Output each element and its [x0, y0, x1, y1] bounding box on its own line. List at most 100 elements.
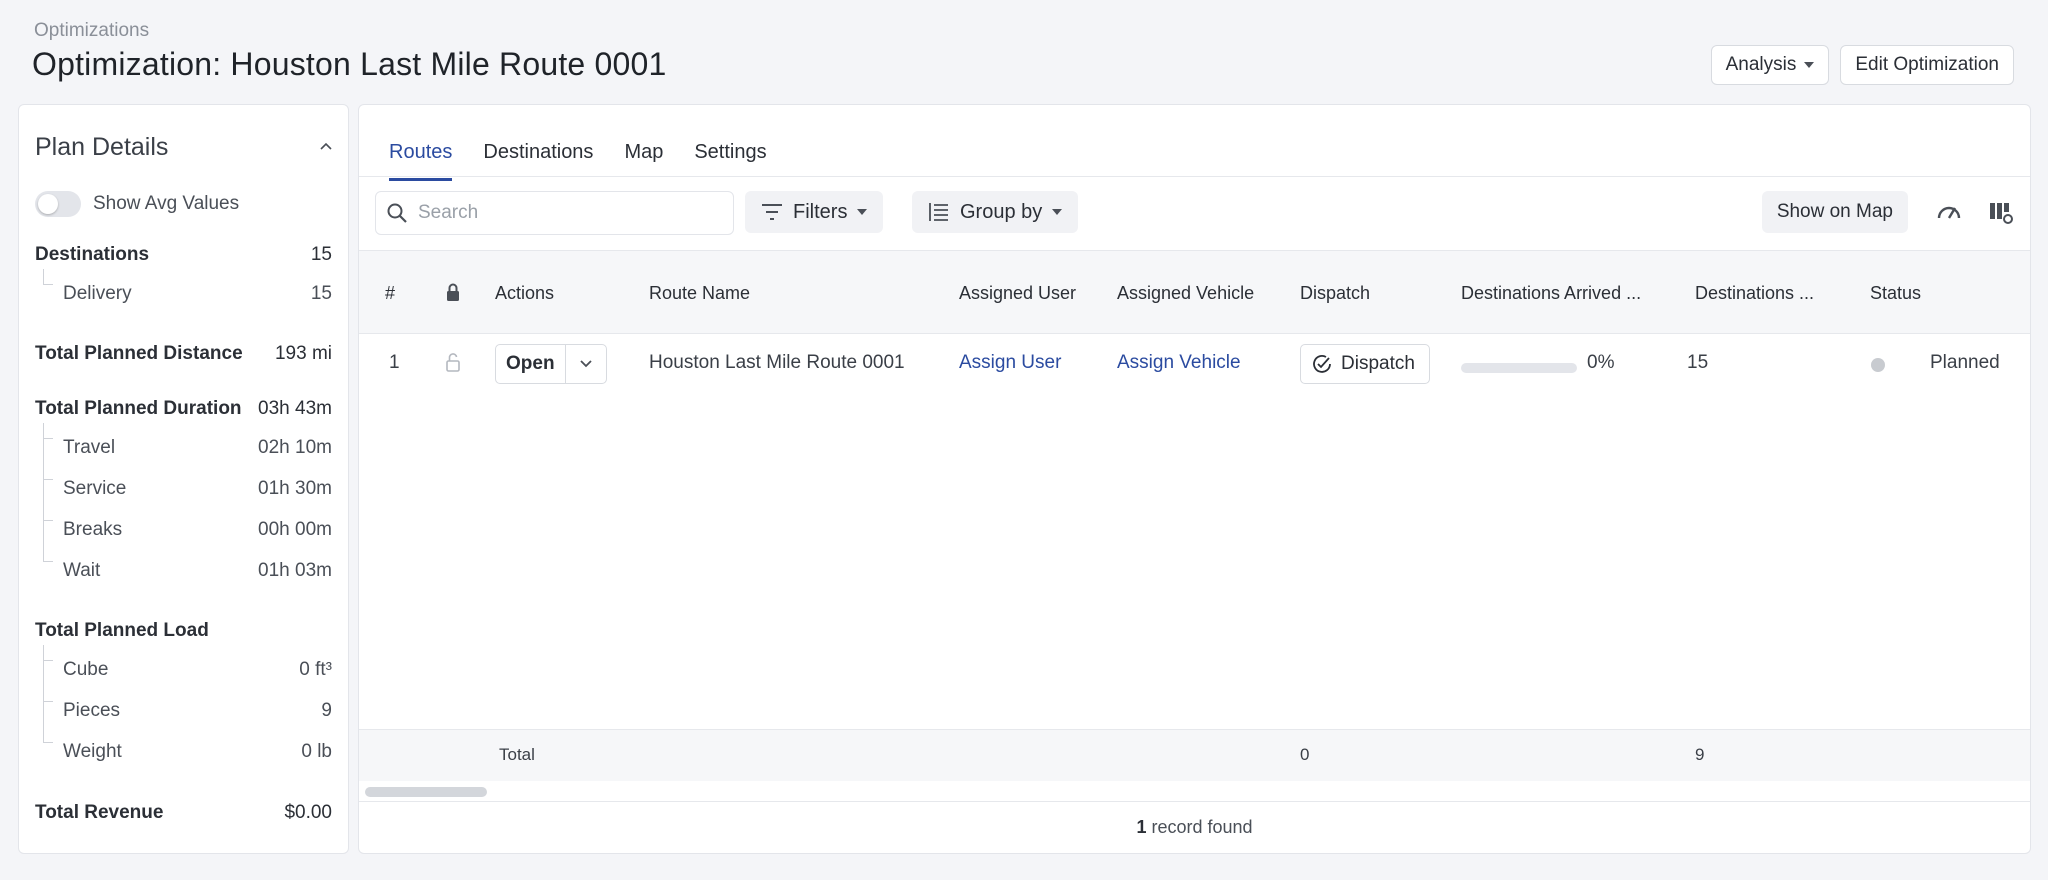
- tabs-divider: [359, 176, 2030, 177]
- group-by-button[interactable]: Group by: [912, 191, 1079, 233]
- open-options-button[interactable]: [566, 345, 606, 383]
- caret-down-icon: [1804, 62, 1815, 68]
- total-revenue-row: Total Revenue $0.00: [35, 802, 332, 824]
- delivery-value: 15: [310, 283, 332, 304]
- records-suffix: record found: [1146, 817, 1253, 837]
- total-distance-label: Total Planned Distance: [35, 343, 243, 364]
- breaks-row: Breaks 00h 00m: [63, 519, 332, 541]
- column-header-dispatch[interactable]: Dispatch: [1300, 283, 1370, 304]
- filter-icon: [762, 204, 782, 220]
- unlock-icon[interactable]: [445, 352, 461, 372]
- gauge-icon[interactable]: [1936, 199, 1962, 225]
- column-header-assigned-vehicle[interactable]: Assigned Vehicle: [1117, 283, 1254, 304]
- edit-optimization-label: Edit Optimization: [1855, 54, 1999, 75]
- tab-destinations[interactable]: Destinations: [483, 141, 593, 181]
- records-found: 1 record found: [359, 817, 2030, 838]
- pieces-row: Pieces 9: [63, 700, 332, 722]
- dispatch-label: Dispatch: [1341, 353, 1415, 374]
- page-title: Optimization: Houston Last Mile Route 00…: [32, 46, 667, 82]
- breaks-label: Breaks: [63, 519, 123, 540]
- cube-value: 0 ft³: [299, 659, 332, 680]
- column-header-destinations-arrived[interactable]: Destinations Arrived ...: [1461, 283, 1641, 304]
- tab-settings[interactable]: Settings: [694, 141, 766, 181]
- route-name: Houston Last Mile Route 0001: [649, 352, 905, 373]
- tree-connector: [43, 645, 53, 661]
- toolbar: Filters Group by Show on Map: [375, 191, 2014, 235]
- tree-connector: [43, 480, 53, 521]
- destinations-value: 15: [310, 244, 332, 265]
- service-label: Service: [63, 478, 127, 499]
- filters-button[interactable]: Filters: [745, 191, 884, 233]
- destinations-row: Destinations 15: [35, 244, 332, 266]
- caret-down-icon: [1052, 209, 1063, 215]
- travel-label: Travel: [63, 437, 116, 458]
- table-header: # Actions Route Name Assigned User Assig…: [359, 250, 2030, 334]
- travel-row: Travel 02h 10m: [63, 437, 332, 459]
- filters-label: Filters: [793, 200, 848, 223]
- weight-row: Weight 0 lb: [63, 741, 332, 763]
- total-revenue-label: Total Revenue: [35, 802, 164, 823]
- column-header-number[interactable]: #: [385, 283, 395, 304]
- search-box[interactable]: [375, 191, 734, 235]
- records-count: 1: [1136, 817, 1147, 837]
- open-split-button: Open: [495, 344, 607, 384]
- lock-icon[interactable]: [445, 282, 461, 302]
- table-row: 1 Open Houston Last Mile Route 0001 Assi…: [359, 334, 2030, 398]
- analysis-label: Analysis: [1725, 54, 1797, 75]
- column-header-status[interactable]: Status: [1870, 283, 1921, 304]
- breadcrumb[interactable]: Optimizations: [34, 20, 149, 42]
- edit-optimization-button[interactable]: Edit Optimization: [1840, 45, 2014, 85]
- chevron-down-icon: [579, 360, 592, 368]
- weight-value: 0 lb: [301, 741, 332, 762]
- open-button[interactable]: Open: [496, 345, 566, 383]
- assign-vehicle-link[interactable]: Assign Vehicle: [1117, 352, 1241, 374]
- analysis-dropdown-button[interactable]: Analysis: [1710, 45, 1830, 85]
- status-dot: [1871, 358, 1885, 372]
- footer-divider: [359, 801, 2030, 802]
- total-duration-value: 03h 43m: [258, 398, 332, 419]
- search-input[interactable]: [418, 202, 718, 224]
- travel-value: 02h 10m: [258, 437, 332, 458]
- destinations-count: 15: [1687, 352, 1709, 373]
- wait-label: Wait: [63, 560, 101, 581]
- group-by-icon: [929, 203, 948, 221]
- tab-routes[interactable]: Routes: [389, 141, 453, 181]
- weight-label: Weight: [63, 741, 122, 762]
- show-on-map-button[interactable]: Show on Map: [1761, 191, 1908, 233]
- column-settings-icon[interactable]: [1988, 199, 2014, 225]
- column-header-destinations[interactable]: Destinations ...: [1695, 283, 1814, 304]
- service-row: Service 01h 30m: [63, 478, 332, 500]
- tree-connector: [43, 423, 53, 439]
- total-distance-row: Total Planned Distance 193 mi: [35, 343, 332, 365]
- assign-user-link[interactable]: Assign User: [959, 352, 1061, 374]
- destinations-label: Destinations: [35, 244, 150, 265]
- total-duration-row: Total Planned Duration 03h 43m: [35, 398, 332, 420]
- cube-label: Cube: [63, 659, 109, 680]
- show-avg-values-label: Show Avg Values: [93, 193, 240, 214]
- caret-down-icon: [857, 209, 868, 215]
- wait-row: Wait 01h 03m: [63, 560, 332, 582]
- dispatch-total: 0: [1300, 745, 1310, 764]
- table-footer: Total 0 9: [359, 729, 2030, 781]
- tab-bar: Routes Destinations Map Settings: [389, 141, 767, 181]
- tab-map[interactable]: Map: [624, 141, 663, 181]
- show-avg-values-toggle[interactable]: [35, 191, 81, 217]
- dispatch-button[interactable]: Dispatch: [1300, 344, 1430, 384]
- header-actions: Analysis Edit Optimization: [1710, 45, 2014, 85]
- routes-panel: Routes Destinations Map Settings Filters…: [358, 104, 2031, 854]
- total-load-label: Total Planned Load: [35, 620, 209, 641]
- total-load-row: Total Planned Load: [35, 620, 332, 642]
- pieces-label: Pieces: [63, 700, 121, 721]
- arrived-progress-bar: [1461, 363, 1577, 373]
- tree-connector: [43, 661, 53, 702]
- cube-row: Cube 0 ft³: [63, 659, 332, 681]
- column-header-assigned-user[interactable]: Assigned User: [959, 283, 1076, 304]
- tree-connector: [43, 521, 53, 562]
- check-circle-icon: [1313, 355, 1331, 373]
- horizontal-scrollbar[interactable]: [365, 787, 487, 797]
- column-header-route-name[interactable]: Route Name: [649, 283, 750, 304]
- column-header-actions[interactable]: Actions: [495, 283, 554, 304]
- arrived-progress-text: 0%: [1587, 352, 1615, 373]
- chevron-up-icon[interactable]: [320, 141, 332, 153]
- status-text: Planned: [1930, 352, 2000, 373]
